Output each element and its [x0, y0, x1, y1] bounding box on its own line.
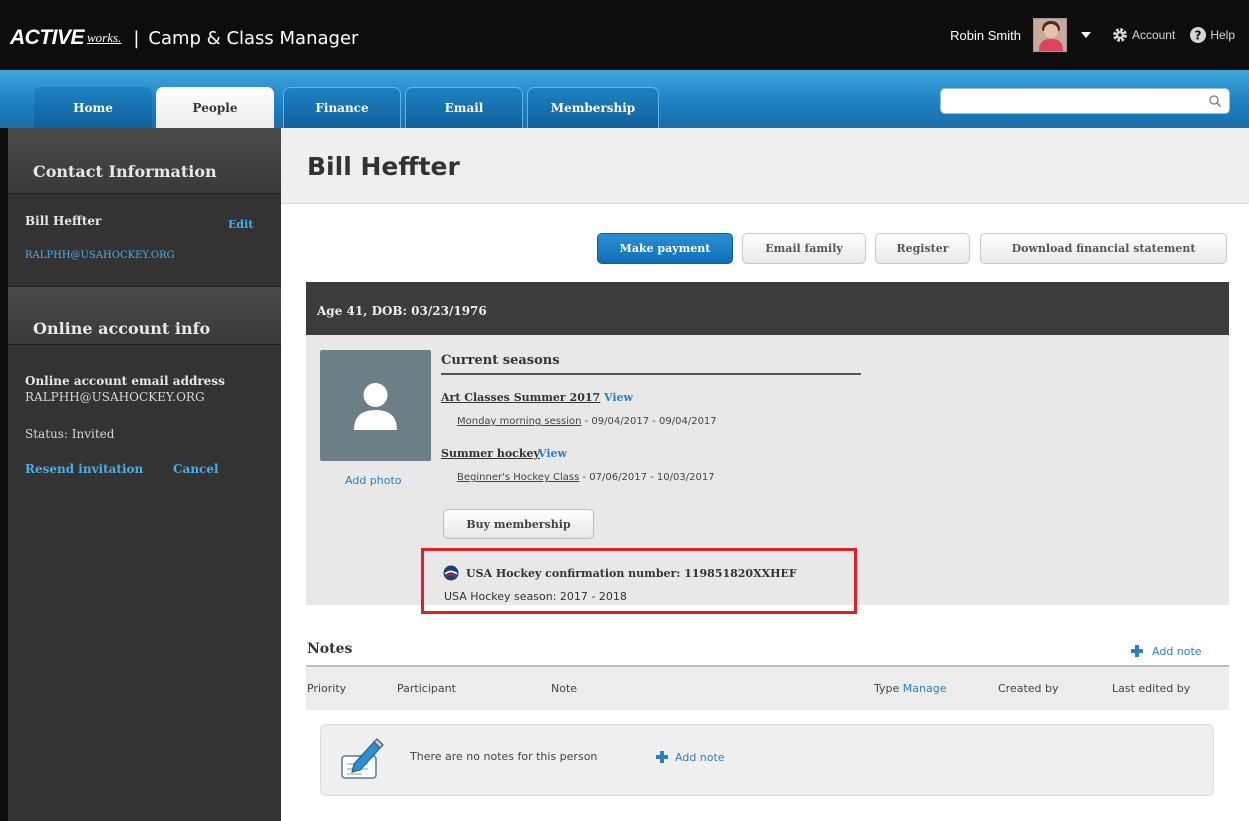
- session-name-hockey[interactable]: Beginner's Hockey Class: [457, 472, 579, 483]
- edit-contact-link[interactable]: Edit: [228, 218, 253, 231]
- age-dob-bar: Age 41, DOB: 03/23/1976: [306, 282, 1229, 335]
- usa-hockey-season: USA Hockey season: 2017 - 2018: [444, 590, 627, 603]
- svg-text:?: ?: [1195, 29, 1202, 43]
- help-label: Help: [1210, 28, 1235, 42]
- usa-hockey-highlight: [421, 548, 857, 614]
- cancel-invitation-link[interactable]: Cancel: [173, 462, 219, 476]
- add-photo-link[interactable]: Add photo: [345, 474, 402, 487]
- add-note-inline-label: Add note: [675, 750, 725, 764]
- add-note-label: Add note: [1152, 644, 1202, 658]
- contact-email-link[interactable]: RALPHH@USAHOCKEY.ORG: [25, 250, 175, 261]
- contact-info-header: Contact Information: [8, 128, 281, 194]
- col-last-edited-by[interactable]: Last edited by: [1112, 682, 1190, 695]
- season-name-art[interactable]: Art Classes Summer 2017: [441, 391, 600, 404]
- download-statement-button[interactable]: Download financial statement: [980, 233, 1227, 264]
- edit-note-icon: [341, 738, 384, 779]
- chevron-down-icon[interactable]: [1080, 32, 1091, 38]
- usa-hockey-confirmation: USA Hockey confirmation number: 11985182…: [443, 565, 797, 581]
- plus-icon: [1131, 645, 1143, 657]
- account-label: Account: [1131, 28, 1176, 42]
- user-name[interactable]: Robin Smith: [950, 28, 1021, 43]
- add-note-inline-button[interactable]: Add note: [655, 750, 725, 764]
- session-dates-hockey: - 07/06/2017 - 10/03/2017: [579, 472, 715, 483]
- help-link[interactable]: ? Help: [1189, 26, 1235, 44]
- top-bar: ACTIVE works. | Camp & Class Manager Rob…: [0, 0, 1249, 70]
- col-created-by[interactable]: Created by: [998, 682, 1059, 695]
- brand-logo-works: works.: [87, 30, 122, 45]
- tab-membership[interactable]: Membership: [527, 87, 659, 128]
- search-input[interactable]: [940, 88, 1230, 114]
- online-email-label: Online account email address: [25, 374, 225, 388]
- col-type-label[interactable]: Type: [874, 682, 899, 695]
- current-seasons-title: Current seasons: [441, 353, 560, 368]
- col-participant[interactable]: Participant: [397, 682, 456, 695]
- add-note-button[interactable]: Add note: [1130, 644, 1202, 658]
- col-type: Type Manage: [874, 682, 946, 695]
- notes-title: Notes: [307, 641, 353, 657]
- person-icon: [354, 383, 397, 430]
- seasons-divider: [441, 373, 861, 375]
- brand[interactable]: ACTIVE works. | Camp & Class Manager: [10, 26, 358, 50]
- tab-people[interactable]: People: [156, 87, 274, 128]
- usa-hockey-logo-icon: [443, 565, 459, 581]
- session-name-art[interactable]: Monday morning session: [457, 416, 581, 427]
- manage-types-link[interactable]: Manage: [903, 682, 947, 695]
- search-icon: [1209, 95, 1222, 108]
- user-area: Robin Smith Account ? Help: [950, 18, 1249, 52]
- contact-info-title: Contact Information: [33, 162, 217, 181]
- email-family-button[interactable]: Email family: [742, 233, 866, 264]
- register-button[interactable]: Register: [875, 233, 970, 264]
- age-dob-text: Age 41, DOB: 03/23/1976: [317, 304, 487, 318]
- online-account-header: Online account info: [8, 287, 281, 345]
- tab-home[interactable]: Home: [34, 87, 152, 128]
- session-dates-art: - 09/04/2017 - 09/04/2017: [581, 416, 717, 427]
- buy-membership-button[interactable]: Buy membership: [443, 509, 594, 539]
- col-priority[interactable]: Priority: [307, 682, 346, 695]
- search-button[interactable]: [1201, 89, 1229, 113]
- session-line-hockey: Beginner's Hockey Class - 07/06/2017 - 1…: [457, 472, 715, 483]
- online-email-value: RALPHH@USAHOCKEY.ORG: [25, 390, 205, 404]
- col-note[interactable]: Note: [551, 682, 577, 695]
- help-icon: ?: [1190, 27, 1207, 43]
- resend-invitation-link[interactable]: Resend invitation: [25, 462, 143, 476]
- contact-name: Bill Heffter: [25, 214, 102, 228]
- notes-empty-text: There are no notes for this person: [410, 750, 598, 763]
- session-line-art: Monday morning session - 09/04/2017 - 09…: [457, 416, 717, 427]
- season-view-art[interactable]: View: [604, 391, 633, 404]
- make-payment-button[interactable]: Make payment: [597, 233, 733, 264]
- avatar[interactable]: [1032, 18, 1067, 52]
- brand-logo-active: ACTIVE: [10, 26, 85, 49]
- tab-finance[interactable]: Finance: [283, 87, 401, 128]
- page-title: Bill Heffter: [307, 152, 460, 181]
- tab-email[interactable]: Email: [405, 87, 523, 128]
- profile-photo-placeholder[interactable]: [320, 350, 431, 461]
- gear-icon: [1113, 28, 1127, 42]
- season-name-hockey[interactable]: Summer hockey: [441, 447, 540, 460]
- brand-separator: |: [133, 27, 140, 49]
- account-status: Status: Invited: [25, 427, 115, 441]
- app-title: Camp & Class Manager: [148, 27, 359, 49]
- usa-hockey-confirmation-text: USA Hockey confirmation number: 11985182…: [466, 566, 797, 580]
- season-view-hockey[interactable]: View: [538, 447, 567, 460]
- account-link[interactable]: Account: [1111, 26, 1175, 44]
- plus-icon: [656, 751, 668, 763]
- online-account-title: Online account info: [33, 319, 211, 338]
